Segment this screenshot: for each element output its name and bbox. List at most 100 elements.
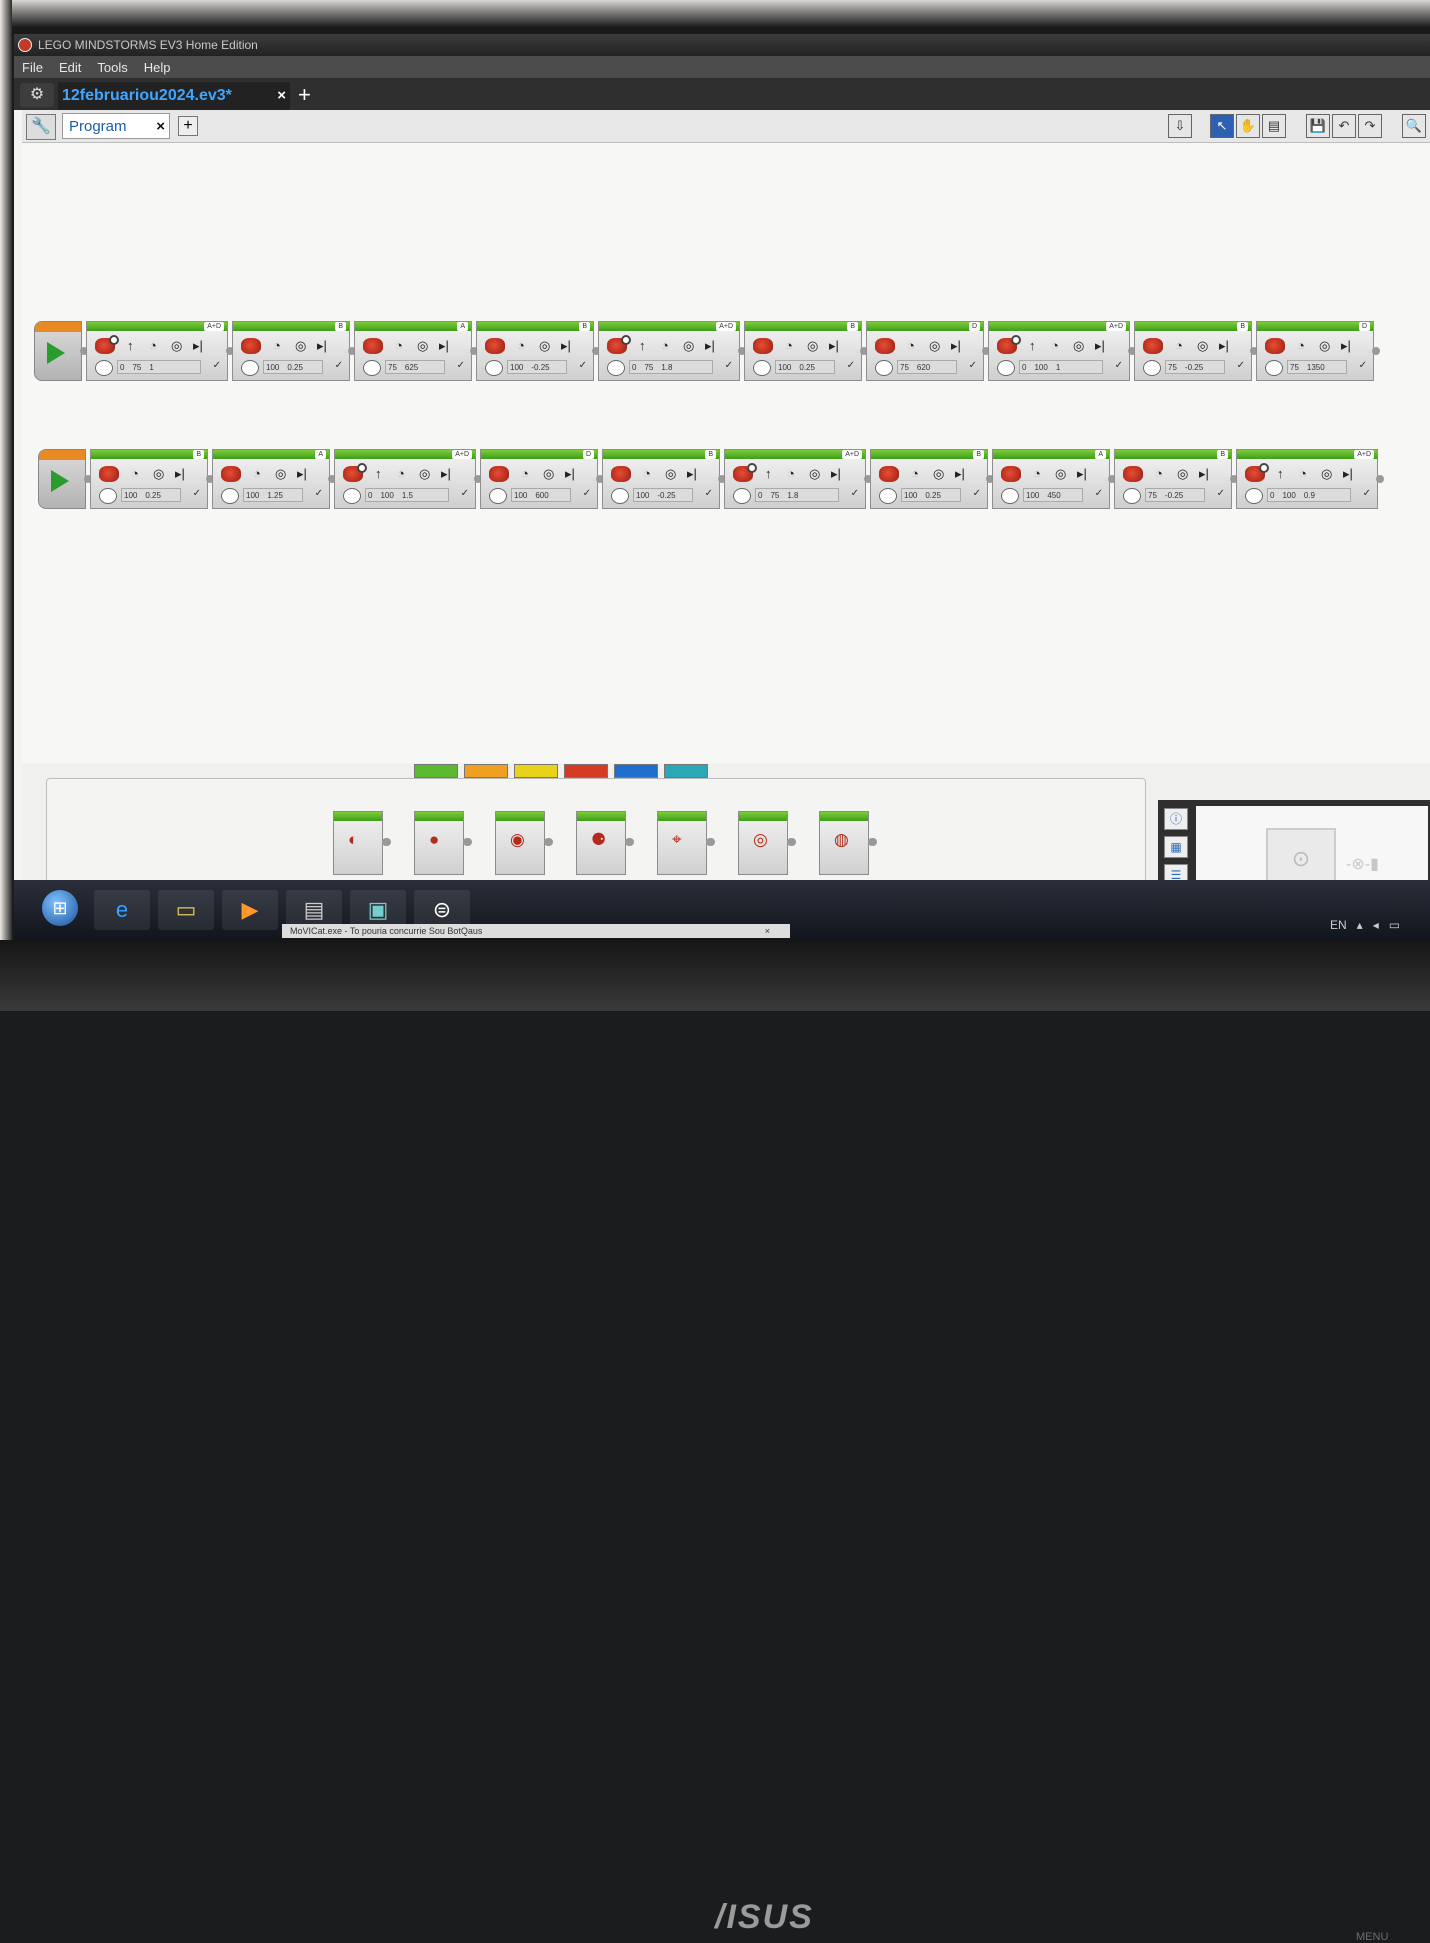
motor-block[interactable]: A ◔ ◎ ▸| 100 1.25 ✓ [212, 449, 330, 509]
menu-edit[interactable]: Edit [59, 60, 81, 75]
mode-selector-icon[interactable] [363, 360, 381, 376]
block-value[interactable]: 75 [1168, 361, 1177, 373]
block-values[interactable]: 100 0.25 [901, 488, 961, 502]
mode-selector-icon[interactable] [221, 488, 239, 504]
port-label[interactable]: A+D [1354, 450, 1374, 459]
large-motor-palette-block[interactable]: ● [414, 811, 472, 875]
block-value[interactable]: 1.8 [787, 489, 798, 501]
play-icon[interactable] [47, 342, 65, 364]
language-indicator[interactable]: EN [1330, 918, 1347, 932]
port-label[interactable]: A+D [204, 322, 224, 331]
motor-block[interactable]: B ◔ ◎ ▸| 100 -0.25 ✓ [476, 321, 594, 381]
port-label[interactable]: D [1358, 322, 1370, 331]
block-values[interactable]: 75 -0.25 [1145, 488, 1205, 502]
block-values[interactable]: 100 0.25 [263, 360, 323, 374]
block-value[interactable]: 0.9 [1304, 489, 1315, 501]
project-tab[interactable]: 12februariou2024.ev3* × [58, 82, 290, 110]
block-value[interactable]: 75 [770, 489, 779, 501]
undo-icon[interactable]: ↶ [1332, 114, 1356, 138]
port-label[interactable]: B [847, 322, 858, 331]
block-values[interactable]: 0 75 1.8 [755, 488, 839, 502]
file-explorer-icon[interactable]: ▭ [158, 890, 214, 930]
palette-tab-3[interactable] [514, 764, 558, 778]
block-value[interactable]: 75 [132, 361, 141, 373]
block-value[interactable]: 0.25 [925, 489, 941, 501]
block-value[interactable]: 1.25 [267, 489, 283, 501]
port-label[interactable]: B [193, 450, 204, 459]
block-value[interactable]: 100 [778, 361, 791, 373]
motor-block[interactable]: B ◔ ◎ ▸| 75 -0.25 ✓ [1134, 321, 1252, 381]
close-icon[interactable]: × [277, 82, 286, 110]
block-value[interactable]: 100 [1034, 361, 1047, 373]
block-value[interactable]: 100 [636, 489, 649, 501]
palette-tab-6[interactable] [664, 764, 708, 778]
play-icon[interactable] [51, 470, 69, 492]
mode-selector-icon[interactable] [611, 488, 629, 504]
block-value[interactable]: 75 [388, 361, 397, 373]
port-label[interactable]: B [579, 322, 590, 331]
menu-help[interactable]: Help [144, 60, 171, 75]
download-icon[interactable]: ⇩ [1168, 114, 1192, 138]
move-tank-palette-block[interactable]: ⚈ [576, 811, 634, 875]
block-value[interactable]: 1350 [1307, 361, 1325, 373]
block-values[interactable]: 75 1350 [1287, 360, 1347, 374]
block-value[interactable]: -0.25 [531, 361, 549, 373]
port-label[interactable]: B [335, 322, 346, 331]
brick-status-light-palette-block[interactable]: ◍ [819, 811, 877, 875]
block-values[interactable]: 100 -0.25 [507, 360, 567, 374]
network-icon[interactable]: ▭ [1389, 918, 1400, 932]
port-view-icon[interactable]: ▦ [1164, 836, 1188, 858]
block-value[interactable]: 100 [510, 361, 523, 373]
port-label[interactable]: B [1237, 322, 1248, 331]
block-values[interactable]: 100 0.25 [775, 360, 835, 374]
mode-selector-icon[interactable] [997, 360, 1015, 376]
block-value[interactable]: 620 [917, 361, 930, 373]
block-value[interactable]: 75 [1290, 361, 1299, 373]
block-values[interactable]: 75 625 [385, 360, 445, 374]
mode-selector-icon[interactable] [489, 488, 507, 504]
mode-selector-icon[interactable] [1245, 488, 1263, 504]
port-label[interactable]: B [973, 450, 984, 459]
select-icon[interactable]: ↖ [1210, 114, 1234, 138]
motor-block[interactable]: D ◔ ◎ ▸| 100 600 ✓ [480, 449, 598, 509]
zoom-icon[interactable]: 🔍 [1402, 114, 1426, 138]
block-value[interactable]: 0 [120, 361, 124, 373]
move-steering-block[interactable]: A+D ↑ ◔ ◎ ▸| 0 75 1.8 ✓ [724, 449, 866, 509]
block-value[interactable]: 100 [380, 489, 393, 501]
motor-block[interactable]: B ◔ ◎ ▸| 100 0.25 ✓ [90, 449, 208, 509]
media-player-icon[interactable]: ▶ [222, 890, 278, 930]
mode-selector-icon[interactable] [879, 488, 897, 504]
block-value[interactable]: 0.25 [145, 489, 161, 501]
block-value[interactable]: 1 [1056, 361, 1060, 373]
block-value[interactable]: 0 [758, 489, 762, 501]
move-steering-block[interactable]: A+D ↑ ◔ ◎ ▸| 0 75 1.8 ✓ [598, 321, 740, 381]
port-label[interactable]: B [705, 450, 716, 459]
block-value[interactable]: -0.25 [1185, 361, 1203, 373]
close-icon[interactable]: × [765, 924, 770, 938]
mode-selector-icon[interactable] [99, 488, 117, 504]
port-label[interactable]: A [315, 450, 326, 459]
block-value[interactable]: -0.25 [1165, 489, 1183, 501]
motor-block[interactable]: A ◔ ◎ ▸| 75 625 ✓ [354, 321, 472, 381]
block-values[interactable]: 100 1.25 [243, 488, 303, 502]
port-label[interactable]: D [968, 322, 980, 331]
close-icon[interactable]: × [156, 114, 165, 140]
display-palette-block[interactable]: ⌖ [657, 811, 715, 875]
move-steering-block[interactable]: A+D ↑ ◔ ◎ ▸| 0 100 0.9 ✓ [1236, 449, 1378, 509]
mode-selector-icon[interactable] [241, 360, 259, 376]
mode-selector-icon[interactable] [1123, 488, 1141, 504]
block-value[interactable]: 1.8 [661, 361, 672, 373]
programming-canvas[interactable]: A+D ↑ ◔ ◎ ▸| 0 75 1 ✓ B ◔ ◎ ▸| 100 0.25 ✓ A ◔ ◎ ▸| 75 625 ✓ B ◔ ◎… [22, 143, 1430, 763]
add-program-button[interactable]: + [178, 116, 198, 136]
block-values[interactable]: 75 620 [897, 360, 957, 374]
block-values[interactable]: 100 0.25 [121, 488, 181, 502]
block-values[interactable]: 100 450 [1023, 488, 1083, 502]
port-label[interactable]: D [582, 450, 594, 459]
medium-motor-palette-block[interactable]: ◐ [333, 811, 391, 875]
mode-selector-icon[interactable] [1143, 360, 1161, 376]
block-values[interactable]: 0 75 1.8 [629, 360, 713, 374]
mode-selector-icon[interactable] [343, 488, 361, 504]
block-values[interactable]: 75 -0.25 [1165, 360, 1225, 374]
move-steering-block[interactable]: A+D ↑ ◔ ◎ ▸| 0 100 1 ✓ [988, 321, 1130, 381]
mode-selector-icon[interactable] [875, 360, 893, 376]
